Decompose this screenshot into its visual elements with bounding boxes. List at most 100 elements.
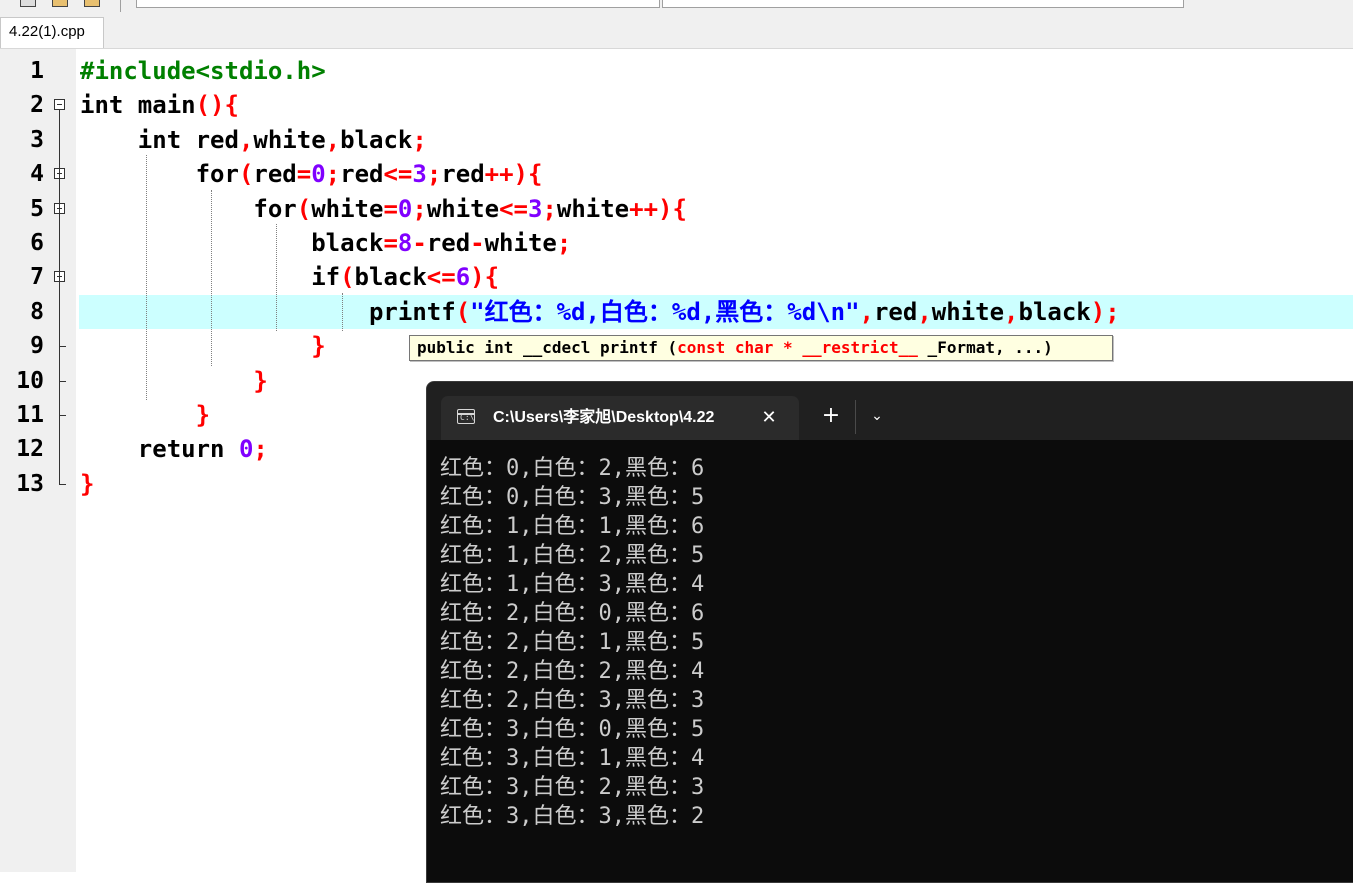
code-token: 0	[397, 194, 413, 223]
line-number: 2	[30, 92, 44, 119]
terminal-output-line: 红色：0,白色：2,黑色：6	[440, 456, 705, 481]
code-token: ;	[325, 160, 341, 189]
fold-end-tick	[59, 415, 66, 416]
terminal-output: 红色：0,白色：2,黑色：6 红色：0,白色：3,黑色：5 红色：1,白色：1,黑色…	[427, 440, 1353, 882]
code-token: }	[253, 366, 268, 395]
terminal-output-line: 红色：1,白色：3,黑色：4	[440, 572, 705, 597]
line-number: 1	[30, 58, 44, 84]
code-token: <=	[499, 194, 528, 223]
code-token: -	[412, 229, 427, 257]
close-tab-icon[interactable]: ✕	[757, 406, 781, 430]
indent-guide	[276, 224, 277, 332]
terminal-output-line: 红色：2,白色：3,黑色：3	[440, 688, 705, 713]
code-line: printf("红色：%d,白色：%d,黑色：%d\n",red,white,b…	[80, 295, 1120, 329]
code-token: main	[137, 91, 196, 120]
code-token: (	[238, 160, 254, 189]
class-combo[interactable]	[136, 0, 660, 8]
fold-line	[59, 110, 60, 484]
code-token: red	[441, 160, 485, 189]
code-token: );	[1090, 297, 1120, 326]
code-token: ;	[542, 194, 557, 223]
fold-end-tick	[59, 346, 66, 348]
code-token: <=	[383, 160, 413, 189]
editor-tab-strip: 4.22(1).cpp	[0, 12, 1353, 49]
code-token: red	[873, 297, 918, 326]
terminal-output-line: 红色：3,白色：1,黑色：4	[440, 746, 705, 771]
terminal-titlebar: C:\ C:\Users\李家旭\Desktop\4.22 ✕ + ⌄	[427, 382, 1353, 440]
line-number: 9	[30, 333, 44, 360]
code-token: red	[195, 125, 239, 154]
code-token: "红色：%d,白色：%d,黑色：%d\n"	[470, 297, 860, 326]
code-line: for(red=0;red<=3;red++){	[80, 157, 543, 191]
code-token: black	[354, 263, 427, 292]
line-number: 3	[30, 126, 44, 153]
code-token: for	[195, 160, 239, 189]
code-token: ;	[426, 160, 442, 189]
code-token: (){	[195, 91, 239, 120]
code-line: black=8-red-white;	[80, 226, 571, 260]
terminal-output-line: 红色：1,白色：1,黑色：6	[440, 514, 705, 539]
terminal-tab[interactable]: C:\ C:\Users\李家旭\Desktop\4.22 ✕	[441, 396, 799, 440]
code-token: }	[311, 332, 326, 361]
code-line: #include<stdio.h>	[80, 54, 326, 88]
indent-guide	[146, 155, 147, 400]
line-number: 7	[30, 264, 44, 291]
code-line: int main(){	[80, 88, 239, 122]
line-number: 11	[16, 402, 44, 428]
terminal-tab-title: C:\Users\李家旭\Desktop\4.22	[493, 409, 715, 426]
fold-end-tick	[59, 483, 66, 485]
code-token: ,	[238, 125, 254, 154]
code-token: (	[296, 194, 312, 223]
terminal-output-line: 红色：2,白色：1,黑色：5	[440, 630, 705, 655]
code-token: ;	[412, 125, 427, 154]
code-token: white	[556, 194, 630, 223]
code-token: 3	[527, 194, 543, 223]
code-token: black	[340, 125, 413, 154]
line-number: 4	[30, 161, 44, 188]
code-line: for(white=0;white<=3;white++){	[80, 192, 687, 226]
indent-guide	[342, 292, 343, 332]
terminal-output-line: 红色：3,白色：3,黑色：2	[440, 804, 705, 829]
titlebar-separator	[855, 400, 856, 434]
code-token: ,	[917, 297, 932, 326]
code-token: #include<stdio.h>	[80, 57, 326, 85]
fold-toggle-icon[interactable]	[54, 99, 65, 111]
code-token: -	[470, 229, 485, 257]
code-token: red	[426, 229, 471, 257]
code-token: =	[296, 160, 312, 189]
terminal-window[interactable]: C:\ C:\Users\李家旭\Desktop\4.22 ✕ + ⌄ 红色：0…	[426, 381, 1353, 883]
code-line: }	[80, 398, 210, 432]
line-number: 12	[16, 436, 44, 463]
code-line: }	[80, 364, 268, 398]
line-number: 10	[16, 367, 44, 394]
new-file-icon[interactable]	[20, 0, 36, 7]
code-line: return 0;	[80, 432, 268, 466]
line-number: 8	[30, 298, 44, 325]
line-number: 13	[16, 470, 44, 497]
terminal-icon: C:\	[457, 409, 475, 424]
code-token: black	[311, 229, 384, 257]
chevron-down-icon[interactable]: ⌄	[865, 404, 889, 428]
fold-end-tick	[59, 380, 66, 382]
code-token: }	[80, 469, 95, 498]
file-tab[interactable]: 4.22(1).cpp	[0, 17, 104, 48]
open-file-icon[interactable]	[52, 0, 68, 7]
terminal-output-line: 红色：1,白色：2,黑色：5	[440, 543, 705, 568]
code-token: printf	[368, 297, 456, 326]
line-number: 6	[30, 230, 44, 256]
function-calltip: public int __cdecl printf (const char * …	[409, 335, 1113, 361]
save-file-icon[interactable]	[84, 0, 100, 7]
code-token: ,	[1004, 297, 1019, 326]
code-token: ++){	[629, 194, 687, 223]
line-number: 5	[30, 195, 44, 222]
code-line: }	[80, 329, 326, 363]
function-combo[interactable]	[662, 0, 1184, 8]
new-tab-button[interactable]: +	[819, 404, 843, 428]
calltip-prefix: public int __cdecl printf (	[417, 338, 678, 357]
code-line: if(black<=6){	[80, 260, 499, 294]
